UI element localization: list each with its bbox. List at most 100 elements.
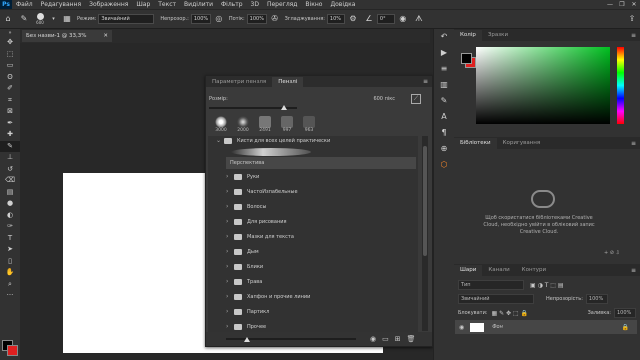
folder-icon[interactable]: ▭: [382, 335, 389, 343]
menu-select[interactable]: Виділити: [180, 0, 217, 9]
close-window-button[interactable]: ✕: [628, 0, 640, 9]
menu-3d[interactable]: 3D: [247, 0, 263, 9]
type-tool-icon[interactable]: T: [0, 233, 20, 245]
visibility-eye-icon[interactable]: ◉: [459, 324, 464, 331]
folder-row[interactable]: › Мазки для текста: [226, 229, 421, 244]
hand-tool-icon[interactable]: ✋: [0, 267, 20, 279]
reset-brush-icon[interactable]: ⟋: [411, 94, 421, 104]
chevron-right-icon[interactable]: ›: [226, 173, 234, 180]
artboard-tool-icon[interactable]: ⬚: [0, 49, 20, 61]
recent-brush-3[interactable]: 2491: [254, 115, 276, 133]
color-panel-foreground-swatch[interactable]: [461, 53, 472, 64]
panel-menu-icon[interactable]: ≡: [631, 138, 640, 149]
recent-brush-1[interactable]: 3000: [210, 115, 232, 133]
path-selection-tool-icon[interactable]: ➤: [0, 244, 20, 256]
marquee-tool-icon[interactable]: ▭: [0, 60, 20, 72]
brush-tool-icon[interactable]: ✎: [19, 14, 29, 24]
brush-settings-icon[interactable]: ✎: [434, 93, 454, 109]
document-tab[interactable]: Без назви-1 @ 33,3% (RGB/8#) ✕: [22, 30, 112, 51]
lasso-tool-icon[interactable]: ʘ: [0, 72, 20, 84]
menu-window[interactable]: Вікно: [301, 0, 326, 9]
gear-icon[interactable]: ⚙: [348, 14, 358, 24]
paragraph-icon[interactable]: ¶: [434, 125, 454, 141]
fill-field[interactable]: 100%: [614, 308, 636, 318]
preview-size-slider[interactable]: [226, 337, 356, 342]
blur-tool-icon[interactable]: ●: [0, 198, 20, 210]
tab-color[interactable]: Колір: [454, 30, 482, 41]
smoothing-field[interactable]: 10%: [326, 14, 345, 24]
flow-field[interactable]: 100%: [246, 14, 267, 24]
brush-preset-picker[interactable]: 600: [32, 13, 48, 25]
close-tab-icon[interactable]: ✕: [103, 30, 108, 42]
history-icon[interactable]: ↶: [434, 29, 454, 45]
folder-row[interactable]: › Для рисования: [226, 214, 421, 229]
brush-tool-icon[interactable]: ✎: [0, 140, 20, 152]
menu-image[interactable]: Зображення: [85, 0, 132, 9]
zoom-tool-icon[interactable]: ⌕: [0, 279, 20, 291]
brush-group-top[interactable]: ⌄ Кисти для всех целей практически: [216, 133, 411, 148]
size-slider-handle[interactable]: [281, 105, 287, 110]
menu-view[interactable]: Перегляд: [263, 0, 301, 9]
tab-libraries[interactable]: Бібліотеки: [454, 138, 497, 149]
tab-swatches[interactable]: Зразки: [482, 30, 514, 41]
healing-brush-tool-icon[interactable]: ✚: [0, 129, 20, 141]
libraries-footer-icons[interactable]: + ⊘ ⇩: [604, 250, 620, 256]
tab-brush-settings[interactable]: Параметри пензля: [206, 77, 272, 87]
lock-icons[interactable]: ▦ ✎ ✥ ⬚ 🔒: [492, 310, 529, 317]
menu-filter[interactable]: Фільтр: [217, 0, 247, 9]
blend-mode-select[interactable]: Звичайний: [458, 294, 534, 304]
clone-source-icon[interactable]: ⊕: [434, 141, 454, 157]
preview-slider-handle[interactable]: [244, 337, 250, 342]
folder-row[interactable]: › Трава: [226, 274, 421, 289]
actions-icon[interactable]: ▶: [434, 45, 454, 61]
brush-list-scrollbar[interactable]: [422, 136, 428, 331]
chevron-right-icon[interactable]: ›: [226, 203, 234, 210]
layer-name[interactable]: Фон: [492, 324, 503, 330]
scrollbar-thumb[interactable]: [423, 146, 427, 256]
move-tool-icon[interactable]: ✥: [0, 37, 20, 49]
angle-field[interactable]: 0°: [376, 14, 395, 24]
eraser-tool-icon[interactable]: ⌫: [0, 175, 20, 187]
menu-help[interactable]: Довідка: [326, 0, 359, 9]
folder-row[interactable]: › Руки: [226, 169, 421, 184]
hue-slider[interactable]: [617, 47, 624, 124]
chevron-right-icon[interactable]: ›: [226, 293, 234, 300]
maximize-button[interactable]: ❐: [616, 0, 628, 9]
recent-brush-5[interactable]: 963: [298, 115, 320, 133]
properties-icon[interactable]: ≡: [434, 61, 454, 77]
eyedropper-tool-icon[interactable]: ✒: [0, 118, 20, 130]
trash-icon[interactable]: 🗑: [407, 335, 416, 343]
chevron-right-icon[interactable]: ›: [226, 278, 234, 285]
chevron-right-icon[interactable]: ›: [226, 188, 234, 195]
recent-brush-2[interactable]: 2000: [232, 115, 254, 133]
chevron-right-icon[interactable]: ›: [226, 218, 234, 225]
folder-row[interactable]: › Волосы: [226, 199, 421, 214]
gradient-tool-icon[interactable]: ▤: [0, 187, 20, 199]
brush-settings-icon[interactable]: ▦: [62, 14, 72, 24]
folder-row[interactable]: › Блики: [226, 259, 421, 274]
pressure-opacity-icon[interactable]: ◎: [214, 14, 224, 24]
menu-layer[interactable]: Шар: [132, 0, 154, 9]
menu-file[interactable]: Файл: [12, 0, 37, 9]
quick-select-tool-icon[interactable]: ✐: [0, 83, 20, 95]
3d-icon[interactable]: ⬡: [434, 157, 454, 173]
chevron-right-icon[interactable]: ›: [226, 263, 234, 270]
dodge-tool-icon[interactable]: ◐: [0, 210, 20, 222]
more-tools-icon[interactable]: ···: [0, 290, 20, 302]
chevron-right-icon[interactable]: ›: [226, 233, 234, 240]
filter-icons[interactable]: ▣ ◑ T ⬚ ▤: [530, 282, 564, 289]
pressure-size-icon[interactable]: ◉: [398, 14, 408, 24]
folder-row[interactable]: › Хапфон и прочие линии: [226, 289, 421, 304]
opacity-field[interactable]: 100%: [190, 14, 211, 24]
brush-item-selected[interactable]: Перспектива: [226, 157, 416, 169]
layer-opacity-field[interactable]: 100%: [585, 294, 608, 304]
layer-row-background[interactable]: ◉ Фон 🔒: [455, 320, 637, 334]
mode-select[interactable]: Звичайний: [98, 14, 155, 24]
share-icon[interactable]: ⇪: [627, 14, 637, 24]
pen-tool-icon[interactable]: ✑: [0, 221, 20, 233]
size-value[interactable]: 600 пікс: [373, 96, 395, 102]
new-brush-icon[interactable]: ⊞: [395, 335, 401, 343]
panel-menu-icon[interactable]: ≡: [631, 265, 640, 276]
clone-stamp-tool-icon[interactable]: ⊥: [0, 152, 20, 164]
tab-adjustments[interactable]: Коригування: [497, 138, 547, 149]
